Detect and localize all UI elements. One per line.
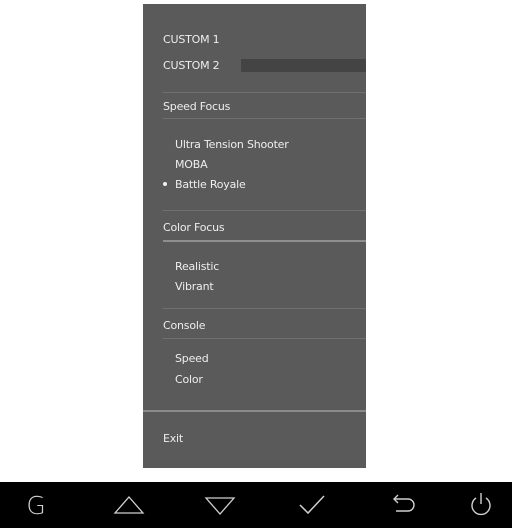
osd-control-bar: G (0, 482, 512, 528)
triangle-down-icon (204, 497, 236, 515)
menu-item-custom2[interactable]: CUSTOM 2 (163, 59, 220, 73)
section-header-color-focus: Color Focus (163, 221, 225, 234)
return-arrow-icon (393, 494, 415, 512)
confirm-button[interactable] (287, 482, 337, 528)
checkmark-icon (299, 495, 325, 515)
menu-item-custom1[interactable]: CUSTOM 1 (163, 33, 220, 47)
menu-item-exit[interactable]: Exit (163, 432, 183, 446)
menu-item-ultra-tension-shooter[interactable]: Ultra Tension Shooter (175, 138, 289, 152)
divider (163, 210, 366, 211)
section-header-console: Console (163, 319, 206, 332)
down-button[interactable] (195, 482, 245, 528)
menu-item-moba[interactable]: MOBA (175, 158, 208, 172)
divider (163, 92, 366, 93)
divider (163, 118, 366, 119)
section-header-speed-focus: Speed Focus (163, 100, 231, 113)
divider (163, 338, 366, 339)
menu-item-battle-royale[interactable]: Battle Royale (163, 178, 246, 192)
selected-dot-icon (163, 182, 167, 186)
menu-item-vibrant[interactable]: Vibrant (175, 280, 214, 294)
g-key-button[interactable]: G (11, 482, 61, 528)
power-icon (471, 493, 491, 516)
g-icon: G (26, 490, 46, 520)
menu-item-speed[interactable]: Speed (175, 352, 209, 366)
divider (163, 240, 366, 242)
divider (143, 410, 366, 412)
divider (163, 308, 366, 309)
menu-item-label: Battle Royale (175, 178, 246, 191)
selection-highlight-bar (241, 59, 366, 72)
osd-menu: CUSTOM 1 CUSTOM 2 Speed Focus Ultra Tens… (143, 4, 366, 468)
up-button[interactable] (104, 482, 154, 528)
triangle-up-icon (113, 496, 145, 514)
back-button[interactable] (378, 482, 428, 528)
menu-item-realistic[interactable]: Realistic (175, 260, 219, 274)
menu-item-color[interactable]: Color (175, 373, 203, 387)
power-button[interactable] (456, 482, 506, 528)
